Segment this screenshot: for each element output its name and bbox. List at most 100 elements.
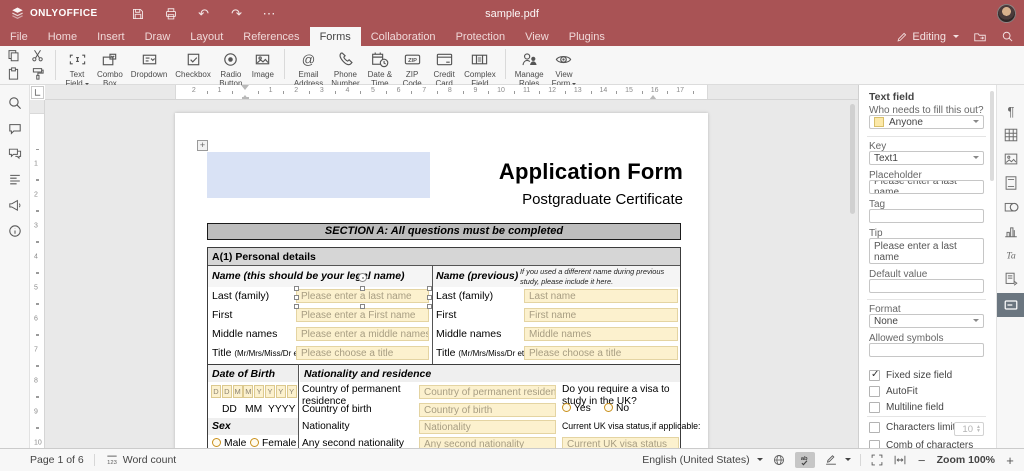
text-field-left-3[interactable]: Please choose a title xyxy=(296,346,429,360)
onlyoffice-logo[interactable]: ONLYOFFICE xyxy=(0,0,108,27)
date-digit-box[interactable]: M xyxy=(243,385,253,398)
roles-button[interactable]: ManageRoles xyxy=(511,49,548,90)
language-selector[interactable]: English (United States) xyxy=(642,454,762,466)
text-field-left-0[interactable]: Please enter a last name xyxy=(296,289,429,303)
text-field-left-1[interactable]: Please enter a First name xyxy=(296,308,429,322)
tab-references[interactable]: References xyxy=(233,27,309,46)
text-field-country-of-permanent-residence[interactable]: Country of permanent residence xyxy=(419,385,556,399)
tab-draw[interactable]: Draw xyxy=(135,27,181,46)
page-indicator[interactable]: Page 1 of 6 xyxy=(30,454,84,466)
radiobutton-button[interactable]: RadioButton xyxy=(215,49,247,90)
fit-width-button[interactable] xyxy=(893,453,907,467)
date-digit-box[interactable]: D xyxy=(211,385,221,398)
shape-settings-icon[interactable] xyxy=(1003,199,1019,215)
document-page[interactable]: + Application Form Postgraduate Certific… xyxy=(175,113,708,448)
comments-sidebar-button[interactable] xyxy=(7,121,23,137)
text-field-nationality[interactable]: Nationality xyxy=(419,420,556,434)
zoom-out-button[interactable]: − xyxy=(916,453,928,468)
image-button[interactable]: Image xyxy=(247,49,279,80)
fixed-size-checkbox[interactable]: Fixed size field xyxy=(869,370,952,381)
date-digit-box[interactable]: Y xyxy=(254,385,264,398)
paragraph-settings-icon[interactable]: ¶ xyxy=(1003,103,1019,119)
right-indent-marker[interactable] xyxy=(649,91,657,100)
set-language-globe-icon[interactable] xyxy=(772,453,786,467)
paste-icon[interactable] xyxy=(6,66,21,81)
text-field-right-1[interactable]: First name xyxy=(524,308,678,322)
zoom-in-button[interactable]: + xyxy=(1004,453,1016,468)
text-field-right-3[interactable]: Please choose a title xyxy=(524,346,678,360)
panel-scrollbar[interactable] xyxy=(990,91,994,181)
radio-yes[interactable]: Yes xyxy=(562,403,591,414)
allowed-symbols-input[interactable] xyxy=(869,343,984,357)
date-digit-box[interactable]: Y xyxy=(276,385,286,398)
selection-handle[interactable] xyxy=(427,304,432,309)
tab-stop-selector[interactable] xyxy=(31,86,44,99)
document-canvas[interactable]: + Application Form Postgraduate Certific… xyxy=(45,100,858,448)
combobox-button[interactable]: ComboBox xyxy=(93,49,127,90)
selection-handle[interactable] xyxy=(360,304,365,309)
multiline-checkbox[interactable]: Multiline field xyxy=(869,402,944,413)
image-settings-icon[interactable] xyxy=(1003,151,1019,167)
text-field-right-0[interactable]: Last name xyxy=(524,289,678,303)
text-field-visa-status[interactable]: Current UK visa status xyxy=(562,437,679,448)
tab-home[interactable]: Home xyxy=(38,27,87,46)
selection-handle[interactable] xyxy=(427,286,432,291)
header-footer-settings-icon[interactable] xyxy=(1003,175,1019,191)
characters-limit-stepper[interactable]: 10▲▼ xyxy=(954,422,984,436)
canvas-scrollbar[interactable] xyxy=(850,104,855,214)
selection-handle[interactable] xyxy=(294,295,299,300)
tab-insert[interactable]: Insert xyxy=(87,27,135,46)
vertical-ruler[interactable]: 12345678910 xyxy=(30,100,45,448)
selection-handle[interactable] xyxy=(294,304,299,309)
word-count-button[interactable]: 123 Word count xyxy=(105,453,177,467)
spell-check-button[interactable]: ab xyxy=(795,452,815,468)
redo-button[interactable]: ↷ xyxy=(229,6,245,22)
more-actions-button[interactable]: ⋯ xyxy=(262,6,278,22)
zip-button[interactable]: ZIPZIPCode xyxy=(396,49,428,90)
table-move-handle[interactable]: + xyxy=(197,140,208,151)
tab-layout[interactable]: Layout xyxy=(180,27,233,46)
email-button[interactable]: @EmailAddress xyxy=(290,49,327,90)
copy-icon[interactable] xyxy=(6,48,21,63)
date-digit-box[interactable]: D xyxy=(222,385,232,398)
text-field-left-2[interactable]: Please enter a middle names xyxy=(296,327,429,341)
key-select[interactable]: Text1 xyxy=(869,151,984,165)
date-digit-box[interactable]: Y xyxy=(287,385,297,398)
textfield-button[interactable]: TextField xyxy=(61,49,93,90)
open-file-location-button[interactable] xyxy=(973,30,987,44)
rotation-handle[interactable] xyxy=(358,273,367,282)
who-select[interactable]: Anyone xyxy=(869,115,984,129)
tab-view[interactable]: View xyxy=(515,27,559,46)
radio-female[interactable]: Female xyxy=(250,438,296,448)
tab-forms[interactable]: Forms xyxy=(310,27,361,46)
chat-sidebar-button[interactable] xyxy=(7,146,23,162)
logo-placeholder-image[interactable] xyxy=(207,152,430,198)
fit-page-button[interactable] xyxy=(870,453,884,467)
tag-input[interactable] xyxy=(869,209,984,223)
user-avatar[interactable] xyxy=(997,4,1016,23)
print-button[interactable] xyxy=(163,6,179,22)
viewform-button[interactable]: ViewForm xyxy=(548,49,581,90)
cut-icon[interactable] xyxy=(30,48,45,63)
datetime-button[interactable]: Date &Time xyxy=(364,49,396,90)
tab-file[interactable]: File xyxy=(0,27,38,46)
selection-handle[interactable] xyxy=(427,295,432,300)
mail-merge-icon[interactable] xyxy=(1003,271,1019,287)
tab-protection[interactable]: Protection xyxy=(446,27,516,46)
autofit-checkbox[interactable]: AutoFit xyxy=(869,386,918,397)
table-settings-icon[interactable] xyxy=(1003,127,1019,143)
selection-handle[interactable] xyxy=(294,286,299,291)
radio-no[interactable]: No xyxy=(604,403,629,414)
form-settings-icon-active[interactable] xyxy=(997,293,1024,317)
track-changes-button[interactable] xyxy=(824,453,851,467)
selection-handle[interactable] xyxy=(360,286,365,291)
format-painter-icon[interactable] xyxy=(30,66,45,81)
text-field-country-of-birth[interactable]: Country of birth xyxy=(419,403,556,417)
radio-male[interactable]: Male xyxy=(212,438,246,448)
about-sidebar-button[interactable] xyxy=(7,223,23,239)
save-button[interactable] xyxy=(130,6,146,22)
checkbox-button[interactable]: Checkbox xyxy=(171,49,215,80)
placeholder-input[interactable]: Please enter a last name xyxy=(869,180,984,194)
credit-button[interactable]: CreditCard xyxy=(428,49,460,90)
date-digit-box[interactable]: Y xyxy=(265,385,275,398)
